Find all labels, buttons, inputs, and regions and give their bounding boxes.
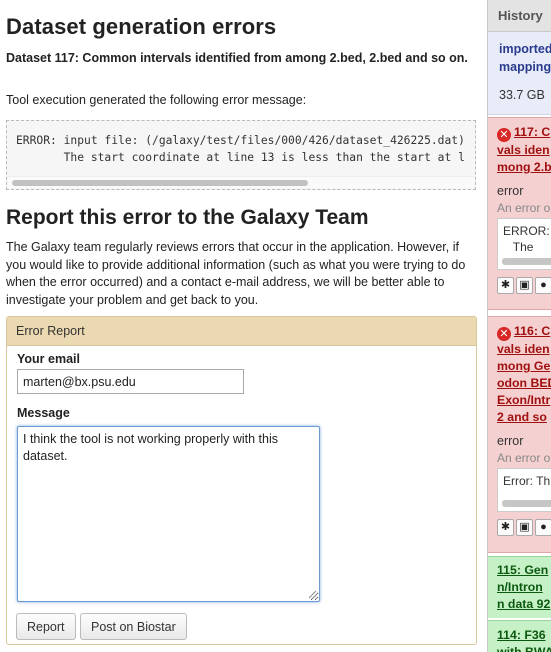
email-label: Your email — [17, 352, 80, 366]
peek-scrollbar[interactable] — [502, 500, 551, 507]
email-field[interactable] — [17, 369, 244, 394]
scrollbar-thumb[interactable] — [12, 180, 308, 186]
dataset-subtitle: Dataset 117: Common intervals identified… — [6, 51, 468, 65]
info-icon[interactable]: ● — [535, 277, 551, 294]
dataset-peek: Error: Th — [497, 468, 551, 512]
peek-scrollbar[interactable] — [502, 258, 551, 265]
error-message: ERROR: input file: (/galaxy/test/files/0… — [16, 134, 465, 164]
report-title: Report this error to the Galaxy Team — [6, 206, 369, 229]
dataset-peek-text: Error: Th — [503, 474, 551, 488]
dataset-title-link[interactable]: 115: Gen n/Intron n data 92 — [497, 562, 551, 613]
history-name[interactable]: imported mapping — [499, 40, 551, 76]
error-scrollbar[interactable] — [8, 176, 474, 188]
report-description: The Galaxy team regularly reviews errors… — [6, 240, 466, 307]
save-icon[interactable]: ▣ — [516, 519, 533, 536]
history-header: History — [488, 0, 551, 32]
bug-icon[interactable]: ✱ — [497, 519, 514, 536]
history-dataset-115[interactable]: 115: Gen n/Intron n data 92 — [488, 556, 551, 618]
error-report-form: Error Report Your email Message I think … — [6, 316, 477, 645]
dataset-note: An error o — [497, 201, 551, 215]
save-icon[interactable]: ▣ — [516, 277, 533, 294]
resize-grip-icon[interactable] — [307, 589, 317, 599]
history-dataset-117[interactable]: ✕ 117: C vals iden mong 2.b error An erro… — [488, 117, 551, 310]
error-icon: ✕ — [497, 128, 511, 142]
dataset-state: error — [497, 434, 524, 448]
page-title: Dataset generation errors — [6, 14, 277, 39]
message-field[interactable]: I think the tool is not working properly… — [17, 426, 320, 602]
dataset-note: An error o — [497, 451, 551, 465]
dataset-separator — [488, 553, 551, 556]
history-dataset-116[interactable]: ✕116: C vals iden mong Ge odon BED Exon/… — [488, 316, 551, 553]
dataset-actions: ✱ ▣ ● — [497, 276, 551, 294]
history-panel: History imported mapping 33.7 GB ✕ 117: C… — [487, 0, 551, 652]
dataset-state: error — [497, 184, 524, 198]
message-label: Message — [17, 406, 70, 420]
report-button[interactable]: Report — [16, 613, 76, 640]
dataset-title-link[interactable]: ✕116: C vals iden mong Ge odon BED Exon/… — [497, 323, 551, 426]
history-size: 33.7 GB — [499, 88, 545, 102]
dataset-title-link[interactable]: 114: F36 with BWA — [497, 627, 551, 652]
error-icon: ✕ — [497, 327, 511, 341]
history-dataset-114[interactable]: 114: F36 with BWA — [488, 620, 551, 652]
error-message-box: ERROR: input file: (/galaxy/test/files/0… — [6, 120, 476, 190]
dataset-peek: ERROR: i The — [497, 218, 551, 270]
dataset-title-link[interactable]: ✕ 117: C vals iden mong 2.b — [497, 124, 551, 176]
bug-icon[interactable]: ✱ — [497, 277, 514, 294]
dataset-actions: ✱ ▣ ● — [497, 518, 551, 536]
panel-header: Error Report — [7, 317, 476, 346]
post-on-biostar-button[interactable]: Post on Biostar — [80, 613, 187, 640]
dataset-peek-text: ERROR: i The — [503, 224, 550, 254]
intro-text: Tool execution generated the following e… — [6, 93, 307, 107]
main-pane: Dataset generation errors Dataset 117: C… — [0, 0, 487, 652]
history-info: imported mapping 33.7 GB — [488, 32, 551, 115]
info-icon[interactable]: ● — [535, 519, 551, 536]
